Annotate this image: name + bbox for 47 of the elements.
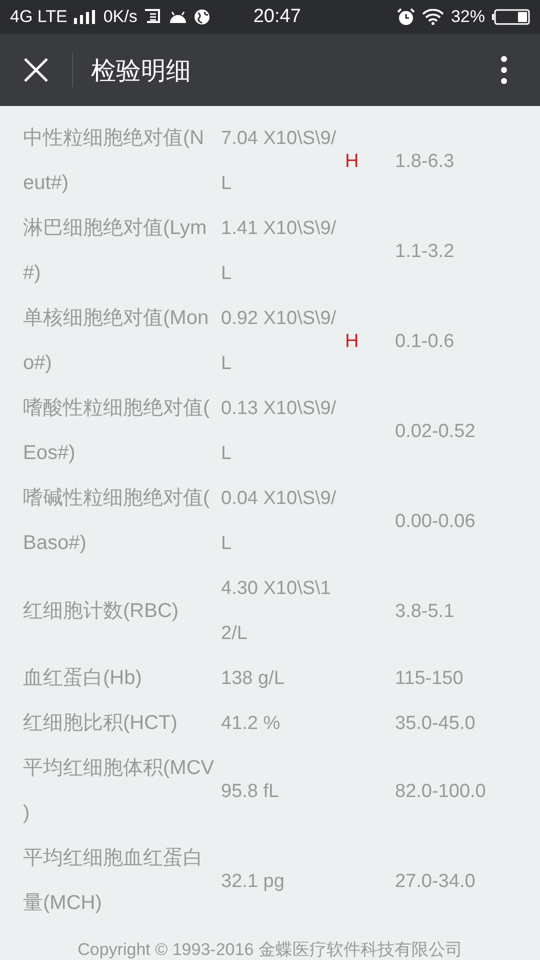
result-value: 0.92 X10\S\9/ L [221, 307, 338, 376]
network-speed: 0K/s [103, 7, 138, 27]
result-value: 32.1 pg [221, 870, 286, 894]
more-menu-icon[interactable] [500, 55, 508, 85]
test-name: 血红蛋白(Hb) [23, 666, 143, 691]
test-name: 嗜酸性粒细胞绝对值( Eos#) [23, 396, 211, 466]
reference-range: 3.8-5.1 [395, 600, 456, 624]
wifi-icon [422, 9, 444, 25]
result-value: 7.04 X10\S\9/ L [221, 127, 338, 196]
clock: 20:47 [253, 6, 301, 28]
reference-range: 82.0-100.0 [395, 780, 487, 804]
result-value: 41.2 % [221, 712, 282, 736]
reference-range: 35.0-45.0 [395, 712, 476, 736]
copyright-footer: Copyright © 1993-2016 金蝶医疗软件科技有限公司 [0, 926, 540, 960]
close-icon[interactable] [23, 57, 49, 83]
test-name: 淋巴细胞绝对值(Lym #) [23, 216, 208, 286]
alarm-icon [396, 8, 415, 26]
reference-range: 0.02-0.52 [395, 420, 476, 444]
reference-range: 27.0-34.0 [395, 870, 476, 894]
page-title: 检验明细 [91, 56, 192, 86]
globe-icon [194, 9, 210, 25]
result-value: 138 g/L [221, 667, 286, 691]
result-value: 0.04 X10\S\9/ L [221, 487, 338, 556]
result-value: 1.41 X10\S\9/ L [221, 217, 338, 286]
test-name: 嗜碱性粒细胞绝对值( Baso#) [23, 486, 211, 556]
reference-range: 1.8-6.3 [395, 150, 456, 174]
high-marker-text: H [345, 150, 359, 172]
test-name: 平均红细胞体积(MCV ) [23, 756, 216, 826]
reference-range: 0.1-0.6 [395, 330, 456, 354]
signal-icon [74, 10, 96, 24]
reference-range: 0.00-0.06 [395, 510, 476, 534]
test-name: 中性粒细胞绝对值(N eut#) [23, 126, 206, 196]
result-value: 4.30 X10\S\1 2/L [221, 577, 332, 646]
reference-range: 1.1-3.2 [395, 240, 456, 264]
screenshot-icon [144, 9, 162, 25]
test-name: 红细胞比积(HCT) [23, 711, 178, 736]
reference-range: 115-150 [395, 667, 464, 691]
android-icon [169, 10, 188, 24]
network-type: 4G LTE [10, 7, 68, 27]
result-value: 95.8 fL [221, 780, 280, 804]
test-name: 平均红细胞血红蛋白量(MCH) [23, 846, 204, 916]
battery-percent: 32% [450, 7, 485, 27]
test-name: 单核细胞绝对值(Mon o#) [23, 306, 210, 376]
high-marker-text: H [345, 330, 359, 352]
test-name: 红细胞计数(RBC) [23, 598, 180, 624]
result-value: 0.13 X10\S\9/ L [221, 397, 338, 466]
battery-icon [492, 9, 530, 25]
